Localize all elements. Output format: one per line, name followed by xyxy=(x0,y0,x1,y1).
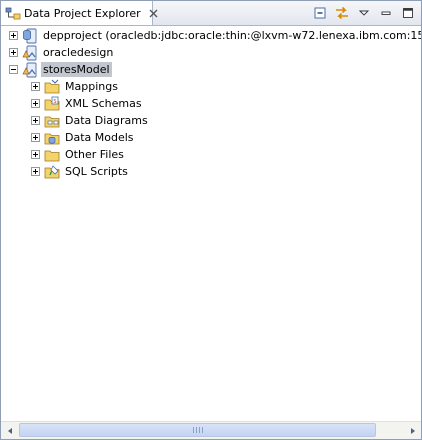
mappings-folder-icon xyxy=(44,79,60,95)
tree-label: depproject (oracledb:jdbc:oracle:thin:@l… xyxy=(43,29,421,42)
scroll-right-button[interactable] xyxy=(404,422,421,439)
tree-label: SQL Scripts xyxy=(65,165,128,178)
collapse-all-icon[interactable] xyxy=(311,4,329,22)
data-project-explorer-view: Data Project Explorer depproject (oracle… xyxy=(0,0,422,440)
tree-label: Mappings xyxy=(65,80,118,93)
data-project-explorer-icon xyxy=(5,6,21,20)
expand-toggle[interactable] xyxy=(31,167,40,176)
arrow-left-icon xyxy=(7,427,12,434)
folder-icon xyxy=(44,147,60,163)
grip-line xyxy=(192,427,194,433)
arrow-right-icon xyxy=(410,427,415,434)
svg-text:S: S xyxy=(53,99,56,105)
data-diagrams-folder-icon xyxy=(44,113,60,129)
tree-label: Other Files xyxy=(65,148,124,161)
tree-label: Data Diagrams xyxy=(65,114,148,127)
data-design-project-icon xyxy=(22,62,38,78)
expand-toggle[interactable] xyxy=(9,31,18,40)
tree-label: oracledesign xyxy=(43,46,114,59)
link-with-editor-icon[interactable] xyxy=(333,4,351,22)
collapse-toggle[interactable] xyxy=(9,65,18,74)
grip-line xyxy=(195,427,197,433)
expand-toggle[interactable] xyxy=(31,116,40,125)
tree-row-xml-schemas[interactable]: S XML Schemas xyxy=(31,95,144,112)
tree-row-depproject[interactable]: depproject (oracledb:jdbc:oracle:thin:@l… xyxy=(9,27,421,44)
tree-label-selected: storesModel xyxy=(41,62,112,77)
minimize-icon[interactable] xyxy=(377,4,395,22)
expand-toggle[interactable] xyxy=(31,99,40,108)
tree-row-mappings[interactable]: Mappings xyxy=(31,78,120,95)
maximize-icon[interactable] xyxy=(399,4,417,22)
tree-row-sql-scripts[interactable]: SQL Scripts xyxy=(31,163,130,180)
horizontal-scrollbar[interactable] xyxy=(1,421,421,439)
tree-row-oracledesign[interactable]: oracledesign xyxy=(9,44,115,61)
scrollbar-thumb[interactable] xyxy=(19,423,376,437)
view-menu-icon[interactable] xyxy=(355,4,373,22)
expand-toggle[interactable] xyxy=(31,82,40,91)
expand-toggle[interactable] xyxy=(31,150,40,159)
scroll-left-button[interactable] xyxy=(1,422,18,439)
view-header: Data Project Explorer xyxy=(1,1,421,26)
tree-label: Data Models xyxy=(65,131,134,144)
tab-data-project-explorer[interactable]: Data Project Explorer xyxy=(1,1,158,25)
tree-row-storesmodel[interactable]: storesModel xyxy=(9,61,112,78)
data-models-folder-icon xyxy=(44,130,60,146)
expand-toggle[interactable] xyxy=(9,48,18,57)
xml-schemas-folder-icon: S xyxy=(44,96,60,112)
close-icon[interactable] xyxy=(148,8,159,19)
tree-row-data-models[interactable]: Data Models xyxy=(31,129,136,146)
sql-scripts-folder-icon xyxy=(44,164,60,180)
database-project-icon xyxy=(22,28,38,44)
tree-row-data-diagrams[interactable]: Data Diagrams xyxy=(31,112,150,129)
grip-line xyxy=(201,427,203,433)
view-title: Data Project Explorer xyxy=(24,6,141,20)
tree-row-other-files[interactable]: Other Files xyxy=(31,146,126,163)
tree-label: XML Schemas xyxy=(65,97,142,110)
expand-toggle[interactable] xyxy=(31,133,40,142)
project-tree: depproject (oracledb:jdbc:oracle:thin:@l… xyxy=(1,26,421,421)
view-toolbar xyxy=(307,4,417,22)
data-design-project-icon xyxy=(22,45,38,61)
grip-line xyxy=(198,427,200,433)
